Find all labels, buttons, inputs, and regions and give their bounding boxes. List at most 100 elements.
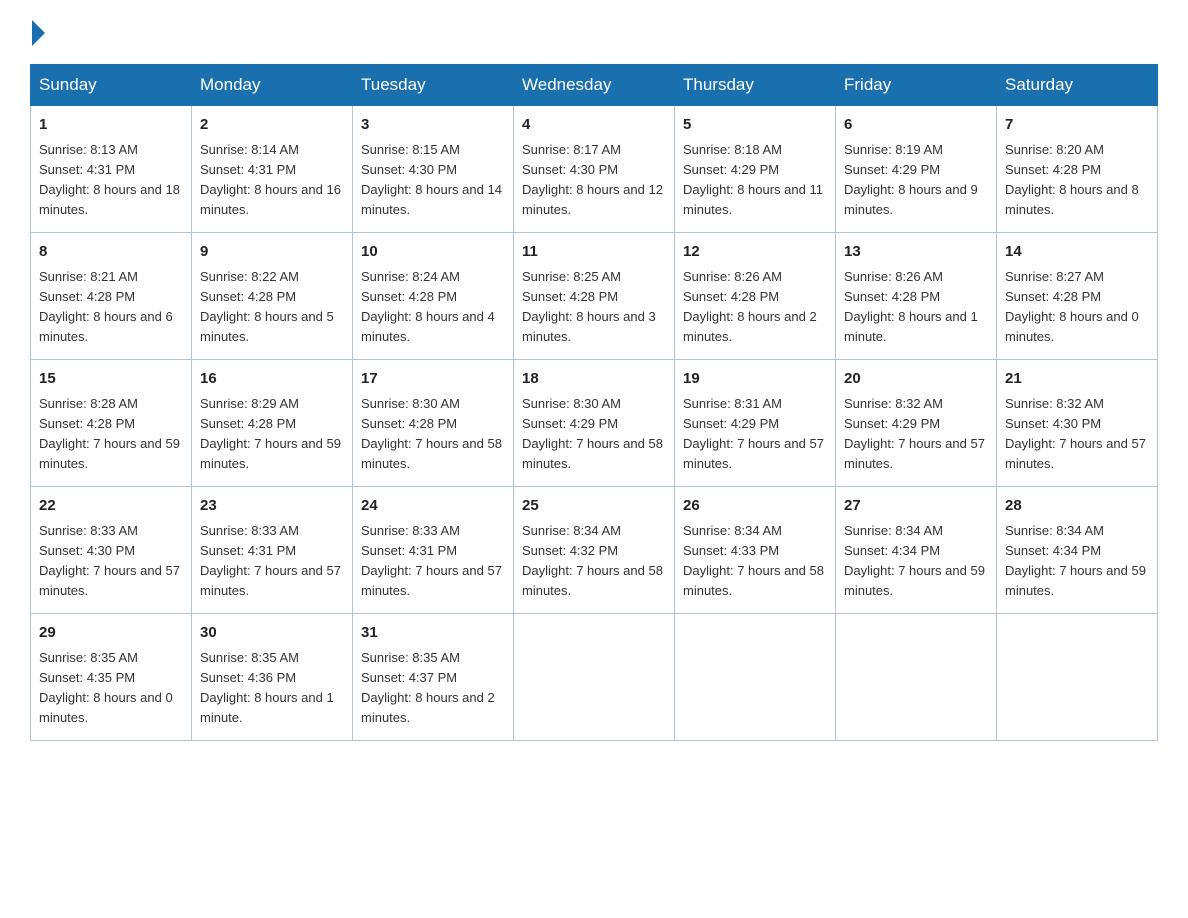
header-cell-sunday: Sunday	[31, 65, 192, 106]
week-row-5: 29 Sunrise: 8:35 AMSunset: 4:35 PMDayligh…	[31, 614, 1158, 741]
day-info: Sunrise: 8:17 AMSunset: 4:30 PMDaylight:…	[522, 140, 666, 221]
day-cell: 28Sunrise: 8:34 AMSunset: 4:34 PMDayligh…	[997, 487, 1158, 614]
day-number: 9	[200, 241, 344, 264]
day-info: Sunrise: 8:15 AMSunset: 4:30 PMDaylight:…	[361, 140, 505, 221]
day-cell: 10 Sunrise: 8:24 AMSunset: 4:28 PMDayligh…	[353, 233, 514, 360]
header-cell-friday: Friday	[836, 65, 997, 106]
day-info: Sunrise: 8:31 AMSunset: 4:29 PMDaylight:…	[683, 394, 827, 475]
day-cell: 25 Sunrise: 8:34 AMSunset: 4:32 PMDayligh…	[514, 487, 675, 614]
day-cell	[997, 614, 1158, 741]
day-cell: 14 Sunrise: 8:27 AMSunset: 4:28 PMDayligh…	[997, 233, 1158, 360]
day-info: Sunrise: 8:27 AMSunset: 4:28 PMDaylight:…	[1005, 267, 1149, 348]
day-cell: 5 Sunrise: 8:18 AMSunset: 4:29 PMDaylight…	[675, 106, 836, 233]
day-cell: 3 Sunrise: 8:15 AMSunset: 4:30 PMDaylight…	[353, 106, 514, 233]
page-header	[30, 20, 1158, 46]
day-cell: 9 Sunrise: 8:22 AMSunset: 4:28 PMDaylight…	[192, 233, 353, 360]
day-info: Sunrise: 8:26 AMSunset: 4:28 PMDaylight:…	[683, 267, 827, 348]
day-info: Sunrise: 8:35 AMSunset: 4:37 PMDaylight:…	[361, 648, 505, 729]
calendar-table: SundayMondayTuesdayWednesdayThursdayFrid…	[30, 64, 1158, 741]
day-cell: 2 Sunrise: 8:14 AMSunset: 4:31 PMDaylight…	[192, 106, 353, 233]
day-info: Sunrise: 8:34 AMSunset: 4:32 PMDaylight:…	[522, 521, 666, 602]
day-cell: 16 Sunrise: 8:29 AMSunset: 4:28 PMDayligh…	[192, 360, 353, 487]
day-info: Sunrise: 8:26 AMSunset: 4:28 PMDaylight:…	[844, 267, 988, 348]
day-info: Sunrise: 8:19 AMSunset: 4:29 PMDaylight:…	[844, 140, 988, 221]
day-number: 20	[844, 368, 988, 391]
day-info: Sunrise: 8:20 AMSunset: 4:28 PMDaylight:…	[1005, 140, 1149, 221]
day-number: 12	[683, 241, 827, 264]
day-number: 6	[844, 114, 988, 137]
day-cell: 22Sunrise: 8:33 AMSunset: 4:30 PMDayligh…	[31, 487, 192, 614]
day-number: 25	[522, 495, 666, 518]
day-cell: 12 Sunrise: 8:26 AMSunset: 4:28 PMDayligh…	[675, 233, 836, 360]
day-cell: 19 Sunrise: 8:31 AMSunset: 4:29 PMDayligh…	[675, 360, 836, 487]
day-info: Sunrise: 8:33 AMSunset: 4:31 PMDaylight:…	[361, 521, 505, 602]
header-cell-monday: Monday	[192, 65, 353, 106]
day-cell: 24 Sunrise: 8:33 AMSunset: 4:31 PMDayligh…	[353, 487, 514, 614]
day-cell	[675, 614, 836, 741]
day-number: 22	[39, 495, 183, 518]
day-info: Sunrise: 8:24 AMSunset: 4:28 PMDaylight:…	[361, 267, 505, 348]
day-number: 13	[844, 241, 988, 264]
day-cell: 17Sunrise: 8:30 AMSunset: 4:28 PMDayligh…	[353, 360, 514, 487]
week-row-1: 1Sunrise: 8:13 AMSunset: 4:31 PMDaylight…	[31, 106, 1158, 233]
day-number: 10	[361, 241, 505, 264]
day-cell	[836, 614, 997, 741]
header-cell-thursday: Thursday	[675, 65, 836, 106]
day-info: Sunrise: 8:14 AMSunset: 4:31 PMDaylight:…	[200, 140, 344, 221]
day-number: 16	[200, 368, 344, 391]
day-info: Sunrise: 8:29 AMSunset: 4:28 PMDaylight:…	[200, 394, 344, 475]
day-number: 2	[200, 114, 344, 137]
day-number: 31	[361, 622, 505, 645]
day-cell: 29 Sunrise: 8:35 AMSunset: 4:35 PMDayligh…	[31, 614, 192, 741]
day-cell: 11 Sunrise: 8:25 AMSunset: 4:28 PMDayligh…	[514, 233, 675, 360]
day-number: 26	[683, 495, 827, 518]
day-cell	[514, 614, 675, 741]
header-cell-tuesday: Tuesday	[353, 65, 514, 106]
day-info: Sunrise: 8:35 AMSunset: 4:36 PMDaylight:…	[200, 648, 344, 729]
day-number: 29	[39, 622, 183, 645]
day-cell: 20 Sunrise: 8:32 AMSunset: 4:29 PMDayligh…	[836, 360, 997, 487]
day-cell: 1Sunrise: 8:13 AMSunset: 4:31 PMDaylight…	[31, 106, 192, 233]
day-number: 18	[522, 368, 666, 391]
day-number: 5	[683, 114, 827, 137]
day-info: Sunrise: 8:32 AMSunset: 4:30 PMDaylight:…	[1005, 394, 1149, 475]
day-info: Sunrise: 8:18 AMSunset: 4:29 PMDaylight:…	[683, 140, 827, 221]
day-number: 14	[1005, 241, 1149, 264]
day-number: 27	[844, 495, 988, 518]
day-number: 24	[361, 495, 505, 518]
day-cell: 4 Sunrise: 8:17 AMSunset: 4:30 PMDaylight…	[514, 106, 675, 233]
day-number: 28	[1005, 495, 1149, 518]
day-info: Sunrise: 8:34 AMSunset: 4:34 PMDaylight:…	[844, 521, 988, 602]
day-number: 11	[522, 241, 666, 264]
header-cell-wednesday: Wednesday	[514, 65, 675, 106]
header-cell-saturday: Saturday	[997, 65, 1158, 106]
day-info: Sunrise: 8:34 AMSunset: 4:33 PMDaylight:…	[683, 521, 827, 602]
day-info: Sunrise: 8:32 AMSunset: 4:29 PMDaylight:…	[844, 394, 988, 475]
day-number: 15	[39, 368, 183, 391]
day-cell: 8 Sunrise: 8:21 AMSunset: 4:28 PMDaylight…	[31, 233, 192, 360]
day-number: 30	[200, 622, 344, 645]
day-info: Sunrise: 8:21 AMSunset: 4:28 PMDaylight:…	[39, 267, 183, 348]
day-number: 8	[39, 241, 183, 264]
week-row-4: 22Sunrise: 8:33 AMSunset: 4:30 PMDayligh…	[31, 487, 1158, 614]
day-info: Sunrise: 8:28 AMSunset: 4:28 PMDaylight:…	[39, 394, 183, 475]
day-number: 4	[522, 114, 666, 137]
day-number: 1	[39, 114, 183, 137]
day-info: Sunrise: 8:22 AMSunset: 4:28 PMDaylight:…	[200, 267, 344, 348]
day-info: Sunrise: 8:35 AMSunset: 4:35 PMDaylight:…	[39, 648, 183, 729]
day-number: 23	[200, 495, 344, 518]
week-row-3: 15 Sunrise: 8:28 AMSunset: 4:28 PMDayligh…	[31, 360, 1158, 487]
day-number: 7	[1005, 114, 1149, 137]
day-cell: 6 Sunrise: 8:19 AMSunset: 4:29 PMDaylight…	[836, 106, 997, 233]
day-cell: 31 Sunrise: 8:35 AMSunset: 4:37 PMDayligh…	[353, 614, 514, 741]
day-info: Sunrise: 8:30 AMSunset: 4:29 PMDaylight:…	[522, 394, 666, 475]
day-cell: 26 Sunrise: 8:34 AMSunset: 4:33 PMDayligh…	[675, 487, 836, 614]
day-number: 19	[683, 368, 827, 391]
day-number: 3	[361, 114, 505, 137]
day-cell: 21Sunrise: 8:32 AMSunset: 4:30 PMDayligh…	[997, 360, 1158, 487]
day-cell: 27 Sunrise: 8:34 AMSunset: 4:34 PMDayligh…	[836, 487, 997, 614]
day-info: Sunrise: 8:33 AMSunset: 4:31 PMDaylight:…	[200, 521, 344, 602]
day-info: Sunrise: 8:25 AMSunset: 4:28 PMDaylight:…	[522, 267, 666, 348]
day-cell: 13 Sunrise: 8:26 AMSunset: 4:28 PMDayligh…	[836, 233, 997, 360]
week-row-2: 8 Sunrise: 8:21 AMSunset: 4:28 PMDaylight…	[31, 233, 1158, 360]
